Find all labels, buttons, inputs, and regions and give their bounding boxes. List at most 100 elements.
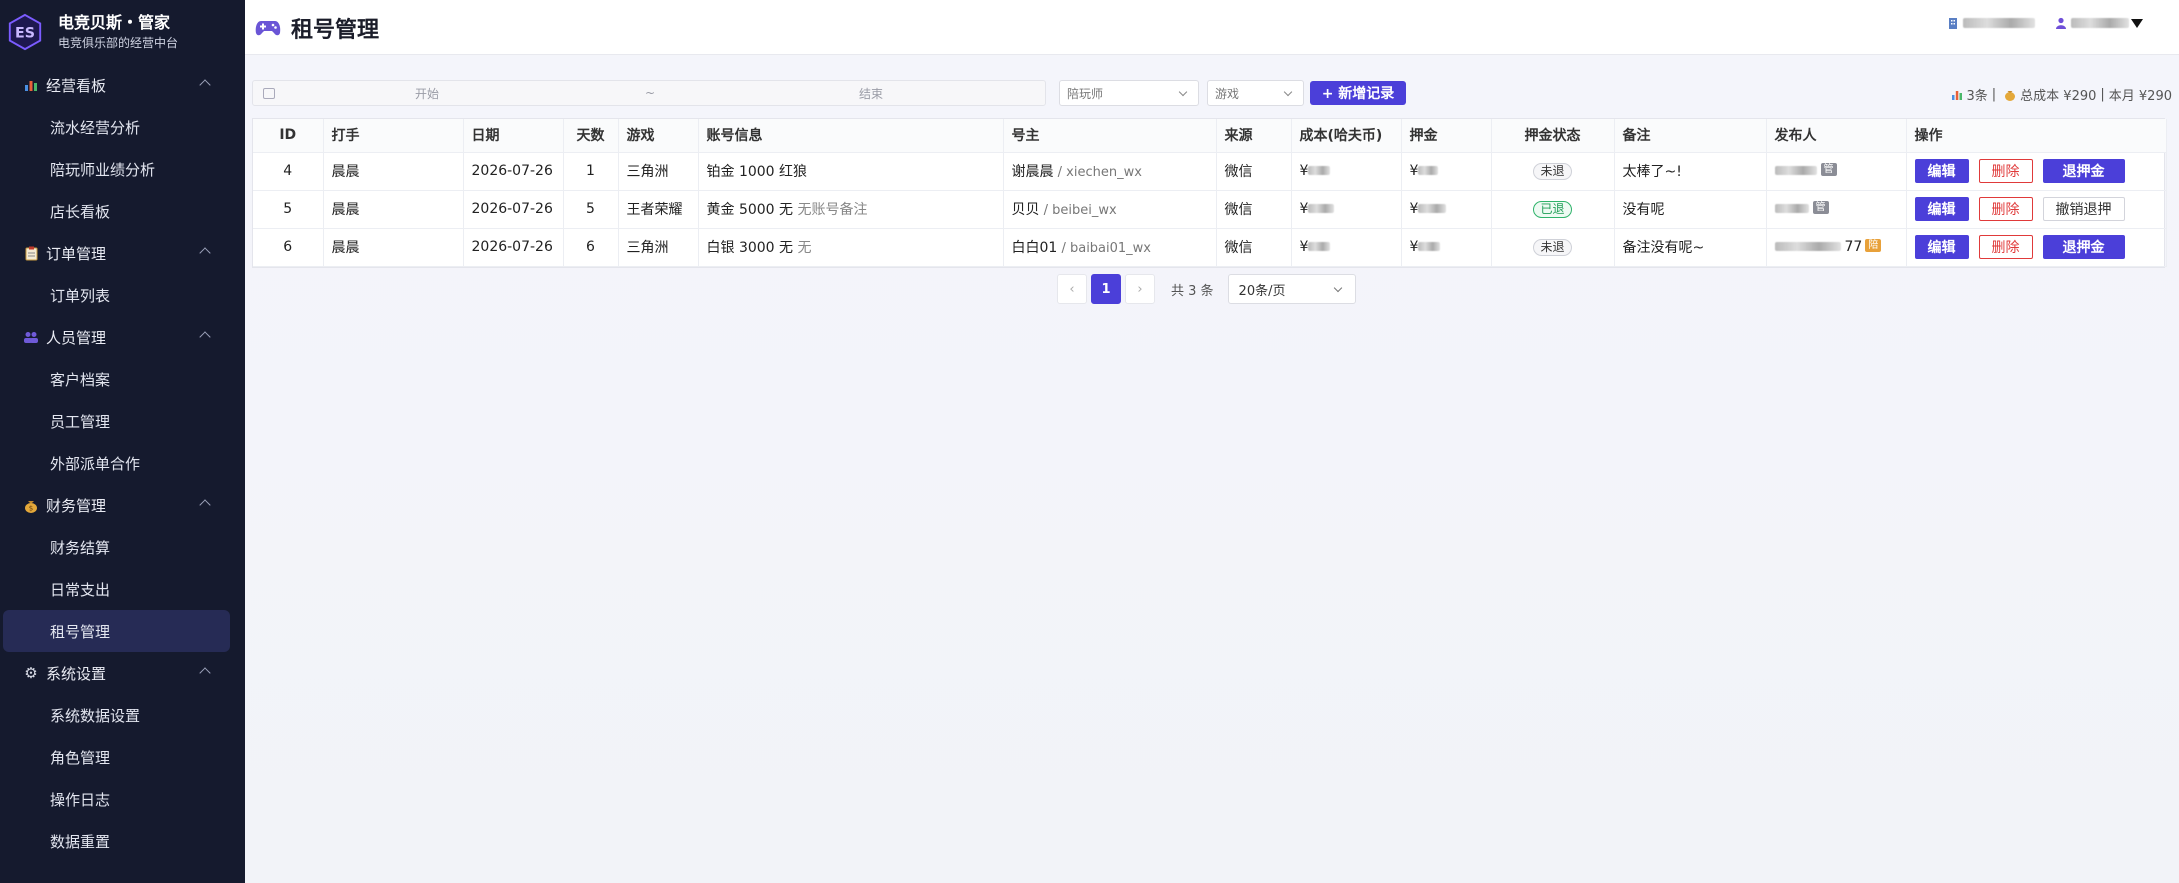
cell-owner: 贝贝 / beibei_wx (1003, 190, 1217, 229)
gear-icon: ⚙ (24, 664, 38, 682)
refund-deposit-button[interactable]: 退押金 (2042, 235, 2125, 259)
edit-button[interactable]: 编辑 (1914, 197, 1969, 221)
status-badge: 已退 (1533, 200, 1572, 218)
cell-deposit: ¥ (1401, 152, 1492, 191)
nav-group-finance[interactable]: $ 财务管理 (0, 484, 245, 526)
edit-button[interactable]: 编辑 (1914, 159, 1969, 183)
cell-cost: ¥ (1291, 190, 1402, 229)
cell-date: 2026-07-26 (463, 152, 564, 191)
col-header-days[interactable]: 天数 (563, 119, 619, 153)
user-icon (2056, 17, 2066, 29)
sidebar-item-revenue-analysis[interactable]: 流水经营分析 (0, 106, 245, 148)
admin-badge: 管 (1820, 163, 1837, 176)
cell-date: 2026-07-26 (463, 190, 564, 229)
refund-deposit-button[interactable]: 退押金 (2042, 159, 2125, 183)
money-bag-icon (2005, 90, 2016, 101)
cell-deposit-status: 已退 (1491, 190, 1615, 229)
nav-group-label: 人员管理 (46, 328, 107, 347)
cell-date: 2026-07-26 (463, 228, 564, 267)
cell-id: 4 (253, 152, 324, 191)
stats-month-cost: 本月 ¥290 (2108, 89, 2172, 104)
sidebar-item-role-management[interactable]: 角色管理 (0, 736, 245, 778)
sidebar-item-manager-dashboard[interactable]: 店长看板 (0, 190, 245, 232)
nav-group-dashboard[interactable]: 经营看板 (0, 64, 245, 106)
sidebar-item-order-list[interactable]: 订单列表 (0, 274, 245, 316)
building-icon (1949, 18, 1957, 29)
calendar-icon (263, 87, 275, 99)
filter-toolbar: 开始 ~ 结束 陪玩师 游戏 + 新增记录 3条 | 总成本 ¥290 | 本月… (252, 80, 2172, 106)
col-header-id[interactable]: ID (253, 119, 324, 153)
col-header-deposit[interactable]: 押金 (1401, 119, 1492, 153)
cell-owner: 白白01 / baibai01_wx (1003, 228, 1217, 267)
page-title: 租号管理 (255, 12, 379, 44)
sidebar-item-system-data[interactable]: 系统数据设置 (0, 694, 245, 736)
page-size-value: 20条/页 (1238, 283, 1286, 299)
delete-button[interactable]: 删除 (1978, 197, 2033, 221)
date-range-picker[interactable]: 开始 ~ 结束 (252, 80, 1046, 106)
cell-source: 微信 (1216, 152, 1292, 191)
companion-select[interactable]: 陪玩师 (1059, 80, 1199, 106)
sidebar-item-companion-performance[interactable]: 陪玩师业绩分析 (0, 148, 245, 190)
page-size-select[interactable]: 20条/页 (1227, 274, 1356, 304)
sidebar-item-financial-settlement[interactable]: 财务结算 (0, 526, 245, 568)
cell-actions: 编辑 删除 撤销退押 (1906, 190, 2167, 229)
game-select[interactable]: 游戏 (1207, 80, 1304, 106)
date-start-input[interactable]: 开始 (415, 85, 439, 102)
date-end-input[interactable]: 结束 (859, 85, 883, 102)
nav-group-personnel[interactable]: 人员管理 (0, 316, 245, 358)
sidebar-item-account-rental[interactable]: 租号管理 (3, 610, 230, 652)
delete-button[interactable]: 删除 (1978, 235, 2033, 259)
col-header-owner[interactable]: 号主 (1003, 119, 1217, 153)
col-header-date[interactable]: 日期 (463, 119, 564, 153)
sidebar-item-external-dispatch[interactable]: 外部派单合作 (0, 442, 245, 484)
header-user-area[interactable] (1927, 17, 2143, 29)
top-header: 租号管理 (245, 0, 2179, 55)
col-header-actions: 操作 (1906, 119, 2167, 153)
sidebar-item-staff-management[interactable]: 员工管理 (0, 400, 245, 442)
col-header-game[interactable]: 游戏 (618, 119, 699, 153)
gamepad-icon (255, 21, 281, 36)
redacted-deposit (1418, 242, 1441, 251)
table-header-row: ID 打手 日期 天数 游戏 账号信息 号主 来源 成本(哈夫币) 押金 押金状… (253, 119, 2167, 153)
col-header-deposit-status[interactable]: 押金状态 (1491, 119, 1615, 153)
cell-days: 5 (563, 190, 619, 229)
brand-title: 电竞贝斯・管家 (58, 13, 171, 32)
nav-group-settings[interactable]: ⚙ 系统设置 (0, 652, 245, 694)
table-row: 4 晨晨 2026-07-26 1 三角洲 铂金 1000 红狼 谢晨晨 / x… (253, 152, 2167, 191)
nav-group-label: 订单管理 (46, 244, 107, 263)
bar-chart-icon (1951, 90, 1962, 100)
sidebar-item-operation-log[interactable]: 操作日志 (0, 778, 245, 820)
undo-refund-button[interactable]: 撤销退押 (2042, 197, 2125, 221)
companion-select-value: 陪玩师 (1067, 86, 1104, 101)
caret-down-icon[interactable] (2131, 18, 2143, 28)
cell-days: 6 (563, 228, 619, 267)
cell-player: 晨晨 (323, 228, 464, 267)
col-header-account[interactable]: 账号信息 (698, 119, 1004, 153)
cell-player: 晨晨 (323, 190, 464, 229)
sidebar-item-daily-expenses[interactable]: 日常支出 (0, 568, 245, 610)
edit-button[interactable]: 编辑 (1914, 235, 1969, 259)
sidebar-item-data-reset[interactable]: 数据重置 (0, 820, 245, 862)
header-user-menu[interactable] (2055, 17, 2143, 29)
table-row: 5 晨晨 2026-07-26 5 王者荣耀 黄金 5000 无 无账号备注 贝… (253, 190, 2167, 229)
next-page-button[interactable]: › (1125, 274, 1155, 304)
brand: ES 电竞贝斯・管家 电竞俱乐部的经营中台 (0, 0, 245, 64)
sidebar-item-customer-profiles[interactable]: 客户档案 (0, 358, 245, 400)
page-button-current[interactable]: 1 (1091, 274, 1121, 304)
col-header-publisher[interactable]: 发布人 (1766, 119, 1907, 153)
nav-group-orders[interactable]: 订单管理 (0, 232, 245, 274)
col-header-source[interactable]: 来源 (1216, 119, 1292, 153)
rental-table: ID 打手 日期 天数 游戏 账号信息 号主 来源 成本(哈夫币) 押金 押金状… (252, 118, 2167, 268)
cell-id: 6 (253, 228, 324, 267)
chevron-up-icon (199, 499, 211, 511)
cell-source: 微信 (1216, 190, 1292, 229)
col-header-remark[interactable]: 备注 (1614, 119, 1767, 153)
money-bag-icon: $ (22, 496, 40, 514)
delete-button[interactable]: 删除 (1978, 159, 2033, 183)
redacted-deposit (1418, 166, 1439, 175)
col-header-cost[interactable]: 成本(哈夫币) (1291, 119, 1402, 153)
prev-page-button[interactable]: ‹ (1057, 274, 1087, 304)
header-store-selector[interactable] (1947, 17, 2035, 29)
add-record-button[interactable]: + 新增记录 (1310, 81, 1406, 105)
col-header-player[interactable]: 打手 (323, 119, 464, 153)
